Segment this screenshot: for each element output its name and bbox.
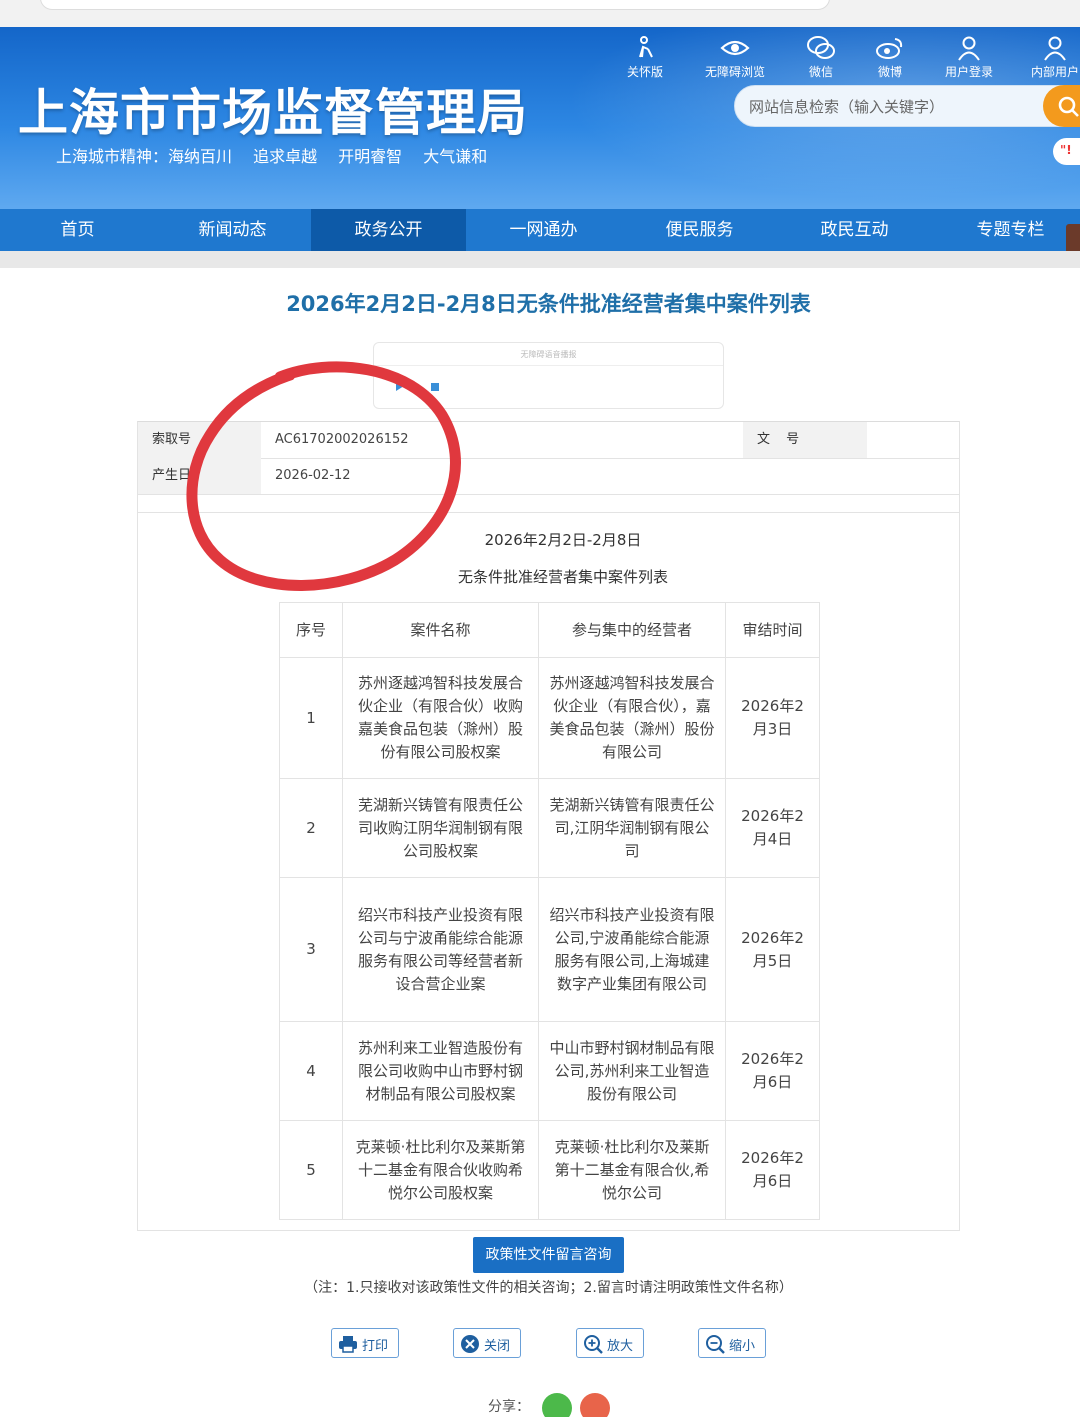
accessibility-label: 无障碍浏览 xyxy=(704,65,765,79)
cell-date: 2026年2月4日 xyxy=(725,778,820,878)
cell-date: 2026年2月5日 xyxy=(725,877,820,1022)
address-bar-remnant xyxy=(40,0,830,10)
cell-parties: 克莱顿·杜比利尔及莱斯第十二基金有限合伙,希悦尔公司 xyxy=(538,1120,726,1220)
share-label: 分享： xyxy=(488,1399,530,1415)
consult-note: （注：1.只接收对该政策性文件的相关咨询；2.留言时请注明政策性文件名称） xyxy=(304,1280,793,1296)
close-icon xyxy=(461,1335,479,1353)
user-icon xyxy=(958,36,980,61)
cases-table: 序号 案件名称 参与集中的经营者 审结时间 1 苏州逐越鸿智科技发展合伙企业（有… xyxy=(279,602,820,1220)
print-button[interactable]: 打印 xyxy=(331,1328,399,1358)
cell-parties: 绍兴市科技产业投资有限公司,宁波甬能综合能源服务有限公司,上海城建数字产业集团有… xyxy=(538,877,726,1022)
zoom-in-label: 放大 xyxy=(607,1339,634,1354)
elder-care-link[interactable]: 关怀版 xyxy=(610,33,680,80)
cell-date: 2026年2月6日 xyxy=(725,1120,820,1220)
red-annotation-circle xyxy=(186,361,461,591)
wechat-share-icon[interactable] xyxy=(542,1393,572,1417)
city-slogan: 上海城市精神：海纳百川 追求卓越 开明睿智 大气谦和 xyxy=(56,147,488,166)
policy-consult-button[interactable]: 政策性文件留言咨询 xyxy=(473,1237,624,1273)
side-float-tab[interactable] xyxy=(1066,224,1080,254)
nav-item-topics[interactable]: 专题专栏 xyxy=(933,209,1080,251)
site-title[interactable]: 上海市市场监督管理局 xyxy=(18,73,528,145)
elder-care-icon xyxy=(639,36,653,58)
search-button[interactable] xyxy=(1043,85,1080,127)
zoom-out-icon xyxy=(706,1335,725,1354)
close-button[interactable]: 关闭 xyxy=(453,1328,521,1358)
table-row: 2 芜湖新兴铸管有限责任公司收购江阴华润制钢有限公司股权案 芜湖新兴铸管有限责任… xyxy=(279,778,820,878)
main-nav: 首页 新闻动态 政务公开 一网通办 便民服务 政民互动 专题专栏 xyxy=(0,209,1080,251)
weibo-label: 微博 xyxy=(877,65,902,79)
page: 上海市市场监督管理局 上海城市精神：海纳百川 追求卓越 开明睿智 大气谦和 关怀… xyxy=(0,0,1080,1417)
internal-user-link[interactable]: 内部用户 xyxy=(1020,33,1080,80)
table-row: 1 苏州逐越鸿智科技发展合伙企业（有限合伙）收购嘉美食品包装（滁州）股份有限公司… xyxy=(279,657,820,779)
weibo-link[interactable]: 微博 xyxy=(855,33,925,80)
table-header-row: 序号 案件名称 参与集中的经营者 审结时间 xyxy=(279,602,820,658)
col-header-name: 案件名称 xyxy=(342,602,539,658)
browser-top-strip xyxy=(0,0,1080,27)
zoom-in-icon xyxy=(584,1335,603,1354)
zoom-out-label: 缩小 xyxy=(729,1339,756,1354)
search-icon xyxy=(1058,96,1079,117)
page-title: 2026年2月2日-2月8日无条件批准经营者集中案件列表 xyxy=(286,292,811,316)
page-tools-row: 打印 关闭 放大 缩小 xyxy=(0,1328,1080,1358)
header-tool-links: 关怀版 无障碍浏览 微信 微博 用户登录 内部用户 xyxy=(620,33,1080,83)
nav-bottom-strip xyxy=(0,251,1080,268)
nav-item-gov-affairs[interactable]: 政务公开 xyxy=(311,209,466,251)
cell-name: 苏州利来工业智造股份有限公司收购中山市野村钢材制品有限公司股权案 xyxy=(342,1021,539,1121)
cell-no: 4 xyxy=(279,1021,343,1121)
wechat-label: 微信 xyxy=(808,65,833,79)
nav-item-one-net[interactable]: 一网通办 xyxy=(466,209,621,251)
cell-no: 5 xyxy=(279,1120,343,1220)
docno-key: 文 号 xyxy=(743,422,867,458)
badge-text: "! xyxy=(1060,143,1072,157)
print-label: 打印 xyxy=(362,1339,389,1354)
nav-item-home[interactable]: 首页 xyxy=(0,209,155,251)
cell-name: 克莱顿·杜比利尔及莱斯第十二基金有限合伙收购希悦尔公司股权案 xyxy=(342,1120,539,1220)
col-header-no: 序号 xyxy=(279,602,343,658)
search-input[interactable] xyxy=(749,95,1039,119)
nav-item-news[interactable]: 新闻动态 xyxy=(155,209,310,251)
site-search-box xyxy=(734,85,1080,127)
zoom-out-button[interactable]: 缩小 xyxy=(698,1328,766,1358)
table-row: 5 克莱顿·杜比利尔及莱斯第十二基金有限合伙收购希悦尔公司股权案 克莱顿·杜比利… xyxy=(279,1120,820,1220)
cell-no: 3 xyxy=(279,877,343,1022)
wechat-icon xyxy=(807,36,835,59)
zoom-in-button[interactable]: 放大 xyxy=(576,1328,644,1358)
close-label: 关闭 xyxy=(484,1339,511,1354)
cell-name: 芜湖新兴铸管有限责任公司收购江阴华润制钢有限公司股权案 xyxy=(342,778,539,878)
table-row: 4 苏州利来工业智造股份有限公司收购中山市野村钢材制品有限公司股权案 中山市野村… xyxy=(279,1021,820,1121)
wechat-link[interactable]: 微信 xyxy=(786,33,856,80)
nav-item-services[interactable]: 便民服务 xyxy=(622,209,777,251)
col-header-date: 审结时间 xyxy=(725,602,820,658)
cell-no: 1 xyxy=(279,657,343,779)
user-login-link[interactable]: 用户登录 xyxy=(934,33,1004,80)
elder-care-label: 关怀版 xyxy=(626,65,663,79)
doc-heading-dates: 2026年2月2日-2月8日 xyxy=(484,531,642,549)
cell-parties: 芜湖新兴铸管有限责任公司,江阴华润制钢有限公司 xyxy=(538,778,726,878)
cell-parties: 苏州逐越鸿智科技发展合伙企业（有限合伙），嘉美食品包装（滁州）股份有限公司 xyxy=(538,657,726,779)
cell-date: 2026年2月6日 xyxy=(725,1021,820,1121)
cell-date: 2026年2月3日 xyxy=(725,657,820,779)
nav-item-interaction[interactable]: 政民互动 xyxy=(777,209,932,251)
weibo-icon xyxy=(876,38,903,59)
weibo-share-icon[interactable] xyxy=(580,1393,610,1417)
internal-user-label: 内部用户 xyxy=(1030,65,1079,79)
doc-heading-title: 无条件批准经营者集中案件列表 xyxy=(457,568,668,586)
cell-parties: 中山市野村钢材制品有限公司,苏州利来工业智造股份有限公司 xyxy=(538,1021,726,1121)
accessibility-link[interactable]: 无障碍浏览 xyxy=(700,33,770,80)
user-icon xyxy=(1044,36,1066,61)
user-login-label: 用户登录 xyxy=(944,65,993,79)
cell-name: 苏州逐越鸿智科技发展合伙企业（有限合伙）收购嘉美食品包装（滁州）股份有限公司股权… xyxy=(342,657,539,779)
cell-name: 绍兴市科技产业投资有限公司与宁波甬能综合能源服务有限公司等经营者新设合营企业案 xyxy=(342,877,539,1022)
table-row: 3 绍兴市科技产业投资有限公司与宁波甬能综合能源服务有限公司等经营者新设合营企业… xyxy=(279,877,820,1022)
printer-icon xyxy=(339,1336,357,1353)
eye-icon xyxy=(720,40,750,56)
cell-no: 2 xyxy=(279,778,343,878)
floating-help-badge[interactable]: "! xyxy=(1053,138,1080,165)
col-header-parties: 参与集中的经营者 xyxy=(538,602,726,658)
